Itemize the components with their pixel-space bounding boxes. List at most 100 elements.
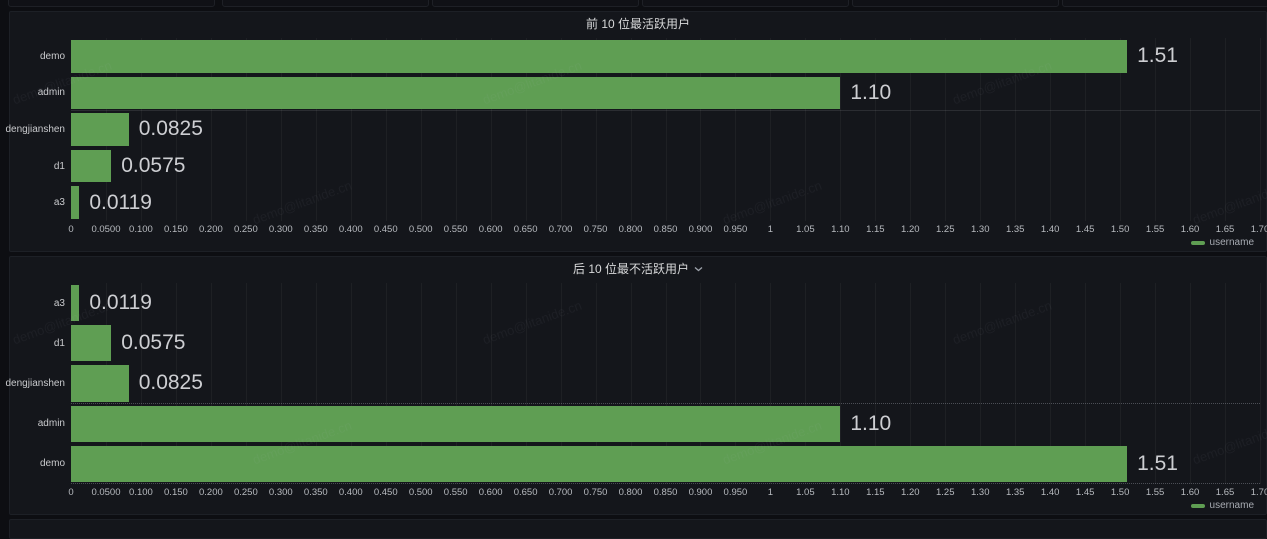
x-tick-label: 0.950 [724, 224, 748, 235]
x-tick-label: 1.50 [1111, 487, 1130, 498]
x-tick-label: 0.400 [339, 224, 363, 235]
x-tick-label: 1.55 [1146, 224, 1165, 235]
plot-area: 0.01190.05750.08251.101.51 [71, 283, 1260, 484]
value-label: 1.51 [1137, 44, 1178, 68]
partial-panel [432, 0, 639, 7]
y-axis-label: admin [38, 87, 65, 98]
bar-a3[interactable] [71, 285, 79, 321]
bar-dengjianshen[interactable] [71, 113, 129, 146]
partial-panel [222, 0, 429, 7]
value-label: 0.0825 [139, 371, 203, 395]
x-tick-label: 0.850 [654, 487, 678, 498]
x-tick-label: 1.25 [936, 224, 955, 235]
x-tick-label: 1.30 [971, 487, 990, 498]
bar-admin[interactable] [71, 406, 840, 442]
bar-a3[interactable] [71, 186, 79, 219]
x-axis: 00.05000.1000.1500.2000.2500.3000.3500.4… [71, 224, 1260, 237]
x-tick-label: 0.150 [164, 224, 188, 235]
gridline-vertical [1260, 283, 1261, 484]
value-label: 0.0119 [89, 291, 152, 315]
bar-row: 1.51 [71, 444, 1260, 484]
x-tick-label: 1.15 [866, 224, 885, 235]
x-tick-label: 1.45 [1076, 487, 1095, 498]
x-tick-label: 0.550 [444, 487, 468, 498]
y-axis-label: admin [38, 418, 65, 429]
legend-item-username[interactable]: username [1191, 499, 1254, 513]
bar-admin[interactable] [71, 77, 840, 110]
x-tick-label: 1.20 [901, 487, 920, 498]
panel-title: 后 10 位最不活跃用户 [573, 257, 689, 281]
plot-area: 1.511.100.08250.05750.0119 [71, 38, 1260, 221]
x-tick-label: 1 [768, 224, 773, 235]
bar-row: 0.0825 [71, 363, 1260, 403]
x-tick-label: 1.60 [1181, 487, 1200, 498]
legend-item-username[interactable]: username [1191, 236, 1254, 250]
y-axis-label: a3 [54, 298, 65, 309]
x-tick-label: 0.100 [129, 487, 153, 498]
x-tick-label: 0.350 [304, 487, 328, 498]
x-tick-label: 0.250 [234, 487, 258, 498]
x-tick-label: 1.70 [1251, 224, 1267, 235]
x-tick-label: 1.65 [1216, 224, 1235, 235]
grafana-dashboard: { "colors": { "bar_green": "#5f9e53", "p… [0, 0, 1267, 525]
x-tick-label: 1.20 [901, 224, 920, 235]
x-tick-label: 1 [768, 487, 773, 498]
x-tick-label: 1.05 [796, 487, 815, 498]
x-tick-label: 0.950 [724, 487, 748, 498]
x-tick-label: 0.600 [479, 487, 503, 498]
x-tick-label: 1.05 [796, 224, 815, 235]
x-tick-label: 1.25 [936, 487, 955, 498]
value-label: 1.51 [1137, 452, 1178, 476]
x-tick-label: 0.300 [269, 487, 293, 498]
bar-row: 0.0119 [71, 184, 1260, 221]
y-label-row: dengjianshen [10, 111, 65, 148]
y-axis-labels: demoadmindengjianshend1a3 [10, 38, 65, 221]
x-tick-label: 0.250 [234, 224, 258, 235]
x-tick-label: 1.35 [1006, 487, 1025, 498]
x-tick-label: 0.200 [199, 487, 223, 498]
x-tick-label: 0.900 [689, 224, 713, 235]
partial-panel [8, 0, 215, 7]
y-label-row: a3 [10, 184, 65, 221]
x-tick-label: 0.700 [549, 224, 573, 235]
x-tick-label: 1.40 [1041, 487, 1060, 498]
x-tick-label: 0.450 [374, 487, 398, 498]
bar-row: 1.51 [71, 38, 1260, 75]
x-tick-label: 0.500 [409, 487, 433, 498]
x-tick-label: 0.800 [619, 224, 643, 235]
bar-dengjianshen[interactable] [71, 365, 129, 401]
x-tick-label: 1.10 [831, 224, 850, 235]
chevron-down-icon[interactable] [694, 266, 703, 272]
x-tick-label: 0.100 [129, 224, 153, 235]
x-tick-label: 1.10 [831, 487, 850, 498]
value-label: 1.10 [850, 412, 891, 436]
partial-panel [852, 0, 1059, 7]
x-tick-label: 0.550 [444, 224, 468, 235]
x-tick-label: 1.50 [1111, 224, 1130, 235]
bar-d1[interactable] [71, 150, 111, 183]
x-tick-label: 1.60 [1181, 224, 1200, 235]
y-axis-label: demo [40, 458, 65, 469]
panel-header[interactable]: 前 10 位最活跃用户 [10, 12, 1266, 36]
bar-demo[interactable] [71, 446, 1127, 482]
y-axis-label: dengjianshen [6, 378, 66, 389]
x-tick-label: 0.650 [514, 487, 538, 498]
y-axis-label: a3 [54, 197, 65, 208]
y-label-row: demo [10, 444, 65, 484]
x-tick-label: 0.350 [304, 224, 328, 235]
bar-row: 0.0825 [71, 111, 1260, 148]
x-tick-label: 1.15 [866, 487, 885, 498]
bar-row: 0.0119 [71, 283, 1260, 323]
x-tick-label: 0.450 [374, 224, 398, 235]
y-axis-labels: a3d1dengjianshenadmindemo [10, 283, 65, 484]
legend-label: username [1210, 236, 1254, 250]
x-tick-label: 0.850 [654, 224, 678, 235]
panel-header[interactable]: 后 10 位最不活跃用户 [10, 257, 1266, 281]
y-label-row: demo [10, 38, 65, 75]
x-tick-label: 0.750 [584, 224, 608, 235]
bar-d1[interactable] [71, 325, 111, 361]
partial-panel [642, 0, 849, 7]
x-tick-label: 0 [68, 487, 73, 498]
bar-demo[interactable] [71, 40, 1127, 73]
y-axis-label: d1 [54, 338, 65, 349]
